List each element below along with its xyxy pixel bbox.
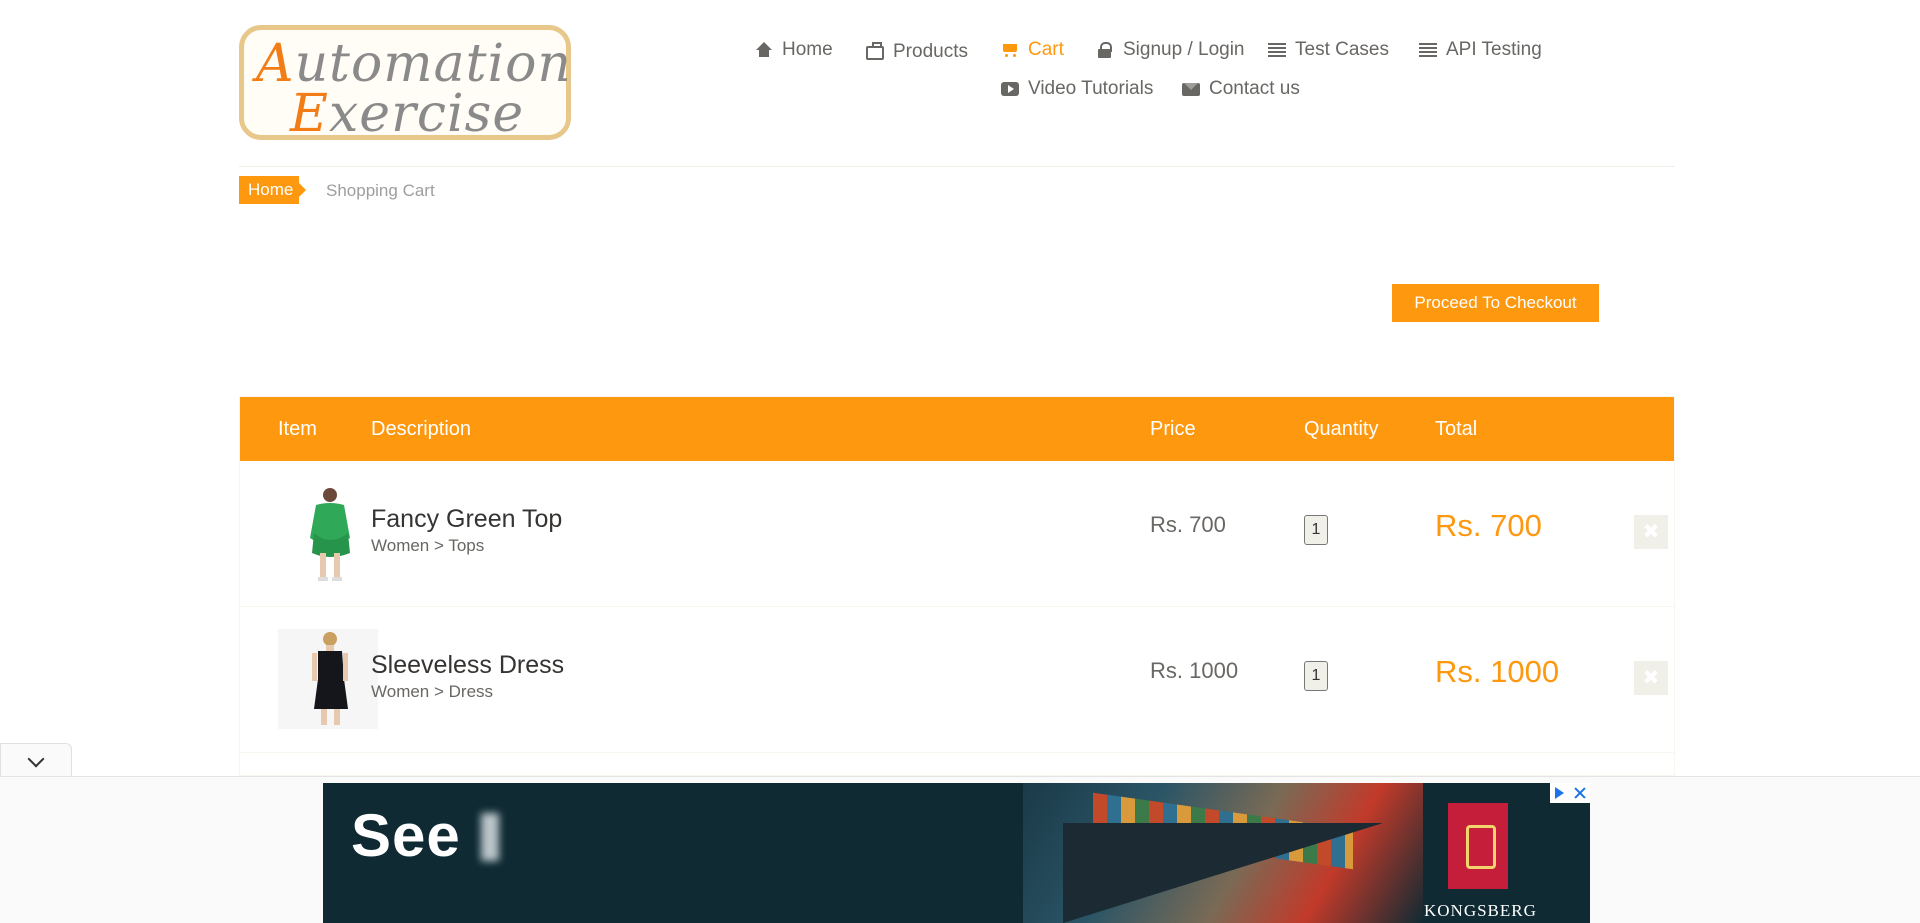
nav-cart-label: Cart [1028, 39, 1064, 60]
nav-cart[interactable]: Cart [1001, 39, 1064, 61]
header-description: Description [371, 418, 472, 440]
ad-banner[interactable]: See KONGSBERG [323, 783, 1590, 923]
ad-text-cursor [481, 813, 499, 861]
nav-video-label: Video Tutorials [1028, 78, 1154, 99]
youtube-icon [1001, 80, 1019, 98]
nav-products[interactable]: Products [866, 41, 968, 63]
cart-table: Item Description Price Quantity Total Fa… [239, 396, 1675, 776]
nav-test-cases[interactable]: Test Cases [1268, 39, 1389, 61]
quantity-button[interactable]: 1 [1304, 515, 1328, 545]
header-divider [239, 166, 1675, 167]
product-total: Rs. 700 [1435, 508, 1542, 543]
header-price: Price [1150, 418, 1196, 440]
ad-collapse-toggle[interactable] [0, 743, 72, 777]
nav-products-label: Products [893, 41, 968, 62]
close-icon[interactable] [1570, 783, 1590, 803]
ad-choices[interactable] [1550, 783, 1590, 803]
delete-item-button[interactable]: ✖ [1634, 515, 1668, 549]
list-icon [1268, 41, 1286, 59]
proceed-to-checkout-button[interactable]: Proceed To Checkout [1392, 284, 1599, 322]
ad-brand: KONGSBERG [1424, 901, 1537, 920]
cart-page: Automation Exercise Home Products Cart S… [0, 0, 1920, 923]
cart-icon [1001, 41, 1019, 59]
briefcase-icon [866, 42, 884, 60]
delete-item-button[interactable]: ✖ [1634, 661, 1668, 695]
product-category: Women > Dress [371, 682, 494, 701]
table-header: Item Description Price Quantity Total [240, 397, 1674, 461]
site-logo[interactable]: Automation Exercise [239, 25, 571, 140]
lock-icon [1096, 41, 1114, 59]
nav-api-testing-label: API Testing [1446, 39, 1542, 60]
nav-video-tutorials[interactable]: Video Tutorials [1001, 78, 1153, 100]
product-price: Rs. 1000 [1150, 658, 1239, 683]
table-row: Sleeveless Dress Women > Dress Rs. 1000 … [240, 607, 1674, 753]
product-category: Women > Tops [371, 536, 485, 555]
kongsberg-logo [1448, 803, 1508, 889]
header-quantity: Quantity [1304, 418, 1379, 440]
product-name-link[interactable]: Sleeveless Dress [371, 651, 564, 680]
envelope-icon [1182, 80, 1200, 98]
ad-choices-icon[interactable] [1550, 783, 1570, 803]
product-name-link[interactable]: Fancy Green Top [371, 505, 562, 534]
nav-contact-label: Contact us [1209, 78, 1300, 99]
product-image[interactable] [278, 483, 378, 583]
ad-ship-image [1023, 783, 1423, 923]
quantity-button[interactable]: 1 [1304, 661, 1328, 691]
nav-api-testing[interactable]: API Testing [1419, 39, 1542, 61]
close-icon: ✖ [1642, 667, 1660, 689]
nav-home-label: Home [782, 39, 833, 60]
close-icon: ✖ [1642, 521, 1660, 543]
header-item: Item [278, 418, 317, 440]
nav-home[interactable]: Home [755, 39, 833, 61]
product-price: Rs. 700 [1150, 512, 1226, 537]
chevron-down-icon [27, 750, 45, 768]
product-total: Rs. 1000 [1435, 654, 1560, 689]
nav-signup-label: Signup / Login [1123, 39, 1245, 60]
breadcrumb-home[interactable]: Home [239, 176, 306, 204]
ad-headline: See [351, 802, 461, 869]
breadcrumb-current: Shopping Cart [326, 181, 435, 200]
list-icon [1419, 41, 1437, 59]
table-row: Fancy Green Top Women > Tops Rs. 700 1 R… [240, 461, 1674, 607]
product-image[interactable] [278, 629, 378, 729]
header-total: Total [1435, 418, 1478, 440]
nav-test-cases-label: Test Cases [1295, 39, 1389, 60]
home-icon [755, 41, 773, 59]
nav-contact-us[interactable]: Contact us [1182, 78, 1300, 100]
nav-signup-login[interactable]: Signup / Login [1096, 39, 1245, 61]
